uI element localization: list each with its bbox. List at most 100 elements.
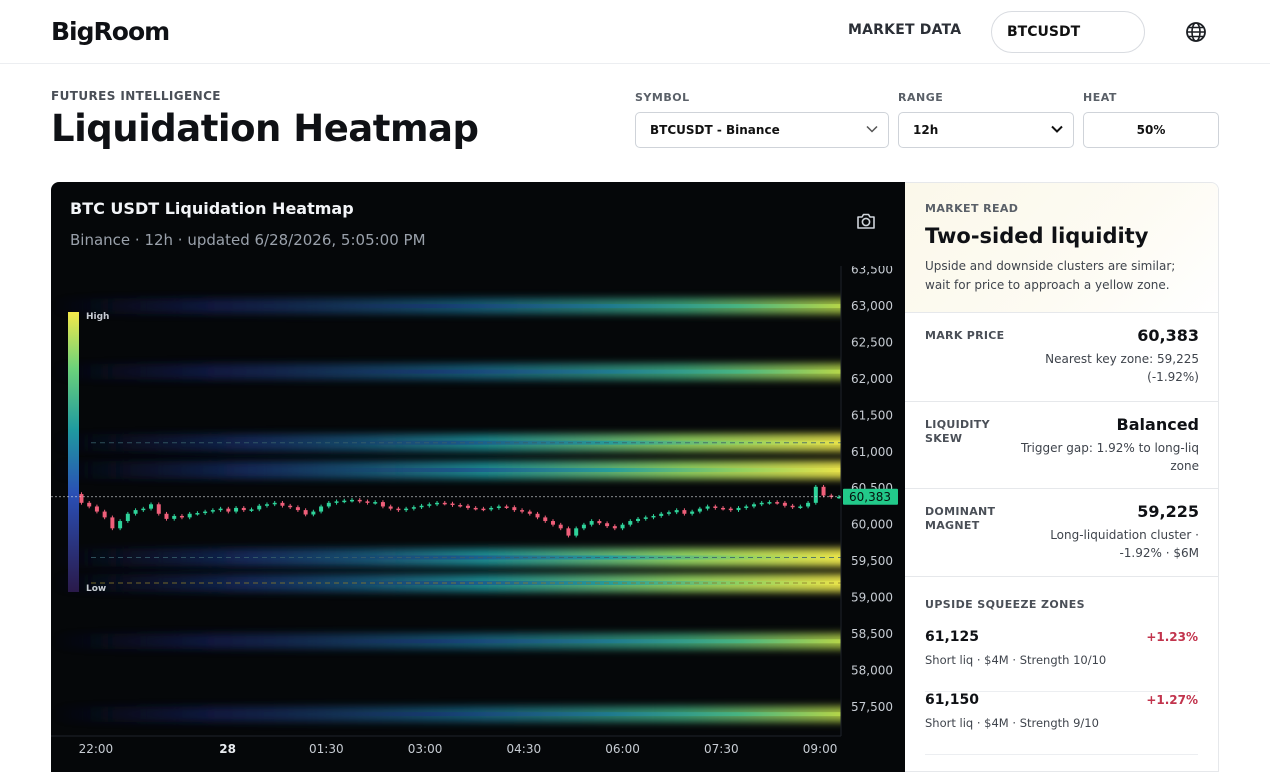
candle-body [690, 511, 695, 514]
candle-body [264, 504, 269, 506]
candle-body [782, 502, 787, 506]
market-read-header: MARKET READ Two-sided liquidity Upside a… [905, 183, 1218, 313]
symbol-search-input[interactable] [991, 11, 1145, 53]
candle-body [798, 506, 803, 508]
zone-price: 61,125 [925, 629, 980, 645]
symbol-select[interactable]: BTCUSDT - Binance [635, 112, 889, 148]
candle-body [458, 505, 463, 507]
candle-body [605, 523, 610, 527]
upside-zones-title: UPSIDE SQUEEZE ZONES [925, 598, 1086, 611]
candle-body [790, 505, 795, 508]
candle-body [697, 508, 702, 512]
candle-body [589, 521, 594, 525]
metric-label: DOMINANT MAGNET [925, 505, 996, 532]
candle-body [280, 502, 285, 506]
zone-row[interactable]: 61,150 +1.27% Short liq · $4M · Strength… [925, 692, 1198, 755]
market-read-description: Upside and downside clusters are similar… [925, 259, 1176, 292]
candle-body [806, 502, 811, 507]
y-tick-label: 58,500 [851, 627, 893, 641]
heat-band-core [327, 304, 841, 309]
candle-body [550, 521, 555, 525]
candle-body [288, 505, 293, 508]
range-select[interactable]: 12h [898, 112, 1074, 148]
candle-body [311, 511, 316, 515]
x-tick-label: 03:00 [408, 742, 443, 756]
chevron-down-icon [866, 125, 878, 133]
symbol-select-value: BTCUSDT - Binance [650, 123, 780, 137]
candle-body [558, 524, 563, 529]
range-select-value: 12h [913, 123, 939, 137]
metric-note: Long-liquidation cluster · -1.92% · $6M [1050, 528, 1199, 560]
candle-body [759, 502, 764, 505]
candle-body [705, 506, 710, 509]
candle-body [118, 521, 123, 529]
heat-band-core [327, 580, 841, 585]
symbol-label: SYMBOL [635, 91, 690, 104]
camera-icon[interactable] [855, 210, 877, 232]
candle-body [496, 506, 501, 508]
candle-body [419, 505, 424, 508]
candle-body [179, 515, 184, 518]
candle-body [535, 513, 540, 518]
nav-market-data[interactable]: MARKET DATA [848, 22, 961, 38]
candle-body [651, 515, 656, 518]
candle-body [411, 507, 416, 509]
candle-body [156, 504, 161, 514]
candle-body [295, 507, 300, 511]
brand-logo[interactable]: BigRoom [51, 17, 170, 46]
market-read-panel: MARKET READ Two-sided liquidity Upside a… [905, 182, 1219, 772]
candle-body [226, 508, 231, 512]
metric-value: 59,225 [1137, 502, 1199, 521]
page-title: Liquidation Heatmap [51, 107, 479, 150]
candle-body [357, 499, 362, 502]
candle-body [133, 510, 138, 514]
heatmap-chart[interactable]: 63,50063,00062,50062,00061,50061,00060,5… [51, 266, 906, 772]
top-bar: BigRoom MARKET DATA [0, 0, 1270, 64]
candle-body [821, 486, 826, 496]
heat-legend-bar [68, 312, 79, 592]
y-tick-label: 60,000 [851, 518, 893, 532]
candle-body [110, 517, 115, 529]
candle-body [682, 510, 687, 514]
metric-label: LIQUIDITY SKEW [925, 418, 990, 445]
heat-band-core [327, 369, 841, 374]
zone-description: Short liq · $4M · Strength 9/10 [925, 716, 1099, 730]
candle-body [427, 504, 432, 506]
globe-icon[interactable] [1185, 21, 1207, 43]
candle-body [373, 502, 378, 504]
candle-body [481, 508, 486, 511]
x-tick-label: 07:30 [704, 742, 739, 756]
candle-body [380, 502, 385, 507]
candle-body [203, 511, 208, 514]
heat-input[interactable]: 50% [1083, 112, 1219, 148]
metric-mark-price: MARK PRICE 60,383 Nearest key zone: 59,2… [905, 313, 1218, 402]
heat-band-core [327, 639, 841, 644]
candle-body [79, 494, 84, 503]
metric-note: Nearest key zone: 59,225 (-1.92%) [1045, 352, 1199, 384]
mark-price-label: 60,383 [849, 490, 891, 504]
candle-body [574, 528, 579, 536]
candle-body [666, 512, 671, 514]
candle-body [164, 513, 169, 519]
candle-body [597, 521, 602, 524]
candle-body [628, 521, 633, 525]
chart-title: BTC USDT Liquidation Heatmap [70, 199, 354, 218]
chevron-down-icon [1051, 125, 1063, 133]
candle-body [404, 508, 409, 511]
heat-label: HEAT [1083, 91, 1117, 104]
candle-body [87, 502, 92, 507]
candle-body [334, 501, 339, 503]
candle-body [303, 510, 308, 515]
y-tick-label: 63,500 [851, 266, 893, 277]
candle-body [435, 502, 440, 505]
zone-row[interactable]: 61,125 +1.23% Short liq · $4M · Strength… [925, 629, 1198, 692]
candle-body [566, 528, 571, 536]
candle-body [775, 502, 780, 504]
heatmap-card: BTC USDT Liquidation Heatmap Binance · 1… [51, 182, 906, 772]
candle-body [218, 508, 223, 511]
candle-body [620, 524, 625, 529]
metric-label: MARK PRICE [925, 329, 1005, 342]
market-read-title: Two-sided liquidity [925, 224, 1149, 248]
candle-body [736, 507, 741, 511]
zone-percent: +1.27% [1146, 693, 1198, 707]
